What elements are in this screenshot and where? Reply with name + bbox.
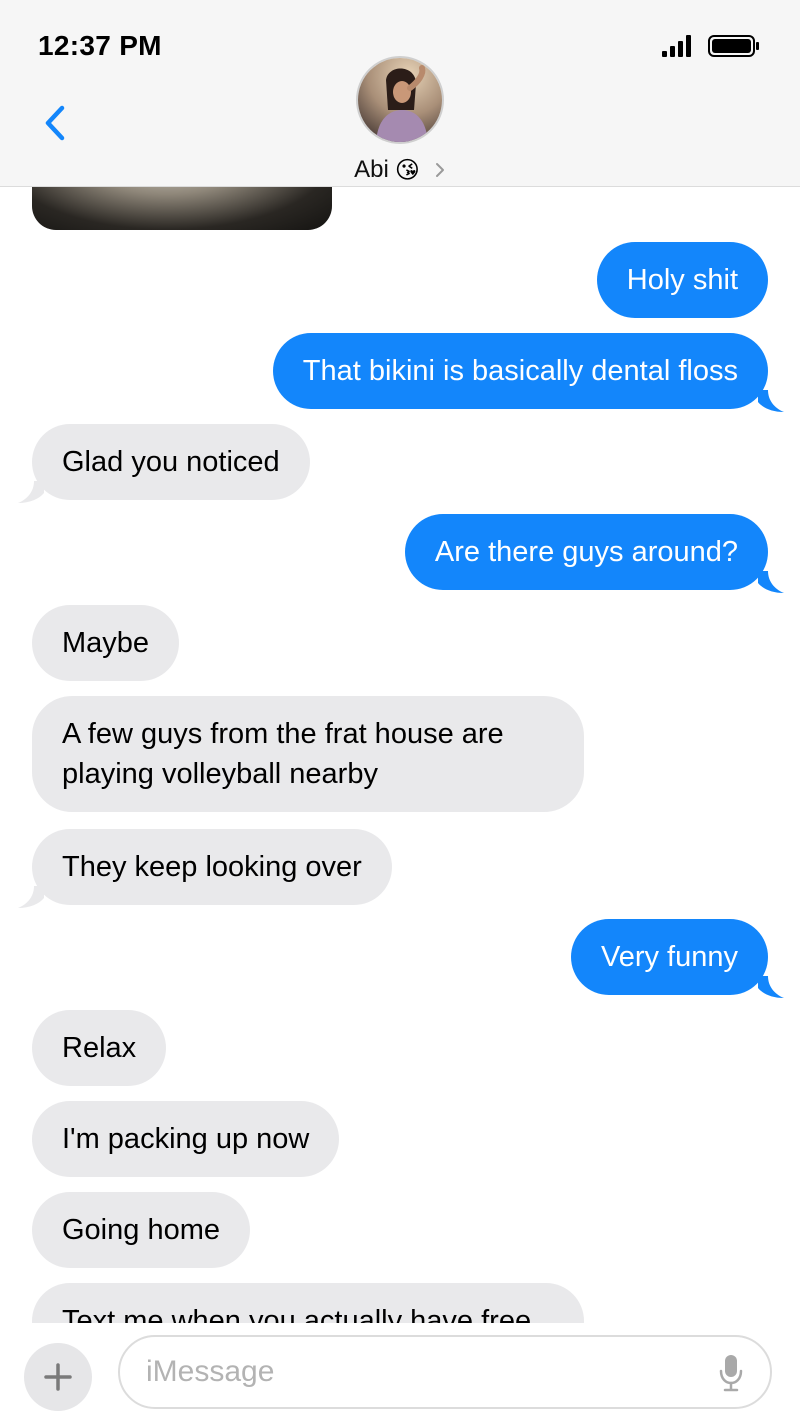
status-time: 12:37 PM <box>38 30 162 61</box>
bubble-tail <box>758 390 784 412</box>
outgoing-message[interactable]: Holy shit <box>596 242 768 318</box>
messages-screen: 12:37 PM Abi 😘 Holy shit That bikini is … <box>0 0 800 1422</box>
contact-name: Abi <box>354 156 389 183</box>
signal-icon <box>662 35 691 57</box>
incoming-message[interactable]: Text me when you actually have free <box>32 1283 584 1323</box>
contact-avatar[interactable] <box>356 56 444 144</box>
incoming-message[interactable]: I'm packing up now <box>32 1101 340 1177</box>
bubble-tail <box>758 976 784 998</box>
photo-attachment[interactable] <box>32 187 332 230</box>
chevron-right-icon <box>435 163 444 177</box>
imessage-field[interactable] <box>118 1335 772 1409</box>
compose-bar <box>0 1323 800 1422</box>
bubble-tail <box>18 886 44 908</box>
message-input[interactable] <box>146 1347 706 1397</box>
outgoing-message[interactable]: Very funny <box>570 919 768 995</box>
conversation-header: 12:37 PM Abi 😘 <box>0 0 800 187</box>
outgoing-message[interactable]: That bikini is basically dental floss <box>272 333 768 409</box>
incoming-message[interactable]: They keep looking over <box>32 829 392 905</box>
incoming-message[interactable]: A few guys from the frat house are playi… <box>32 696 584 812</box>
contact-name-row[interactable]: Abi 😘 <box>0 153 800 187</box>
bubble-tail <box>758 571 784 593</box>
microphone-icon[interactable] <box>718 1353 744 1393</box>
incoming-message[interactable]: Maybe <box>32 605 180 681</box>
incoming-message[interactable]: Relax <box>32 1010 167 1086</box>
outgoing-message[interactable]: Are there guys around? <box>404 514 768 590</box>
message-thread[interactable]: Holy shit That bikini is basically denta… <box>0 187 800 1323</box>
incoming-message[interactable]: Glad you noticed <box>32 424 310 500</box>
bubble-tail <box>18 481 44 503</box>
incoming-message[interactable]: Going home <box>32 1192 250 1268</box>
add-attachment-button[interactable] <box>24 1343 92 1411</box>
back-chevron-icon[interactable] <box>40 104 70 142</box>
plus-icon <box>44 1363 72 1391</box>
contact-emoji: 😘 <box>394 156 420 184</box>
battery-icon <box>708 35 759 57</box>
